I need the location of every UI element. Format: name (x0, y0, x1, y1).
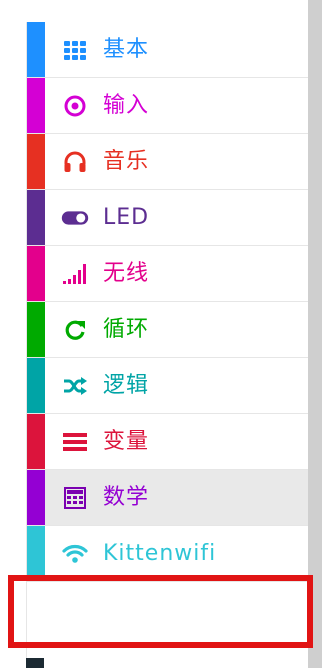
category-radio[interactable]: 无线 (27, 246, 309, 302)
category-color-bar (27, 302, 45, 357)
refresh-icon (61, 316, 89, 344)
category-color-bar (27, 414, 45, 469)
category-color-bar (27, 246, 45, 301)
category-color-bar (27, 358, 45, 413)
category-basic[interactable]: 基本 (27, 22, 309, 78)
category-label: Kittenwifi (103, 540, 217, 566)
category-color-bar (27, 190, 45, 245)
wifi-icon (61, 540, 89, 568)
category-label: 无线 (103, 260, 150, 286)
category-kittenwifi[interactable]: Kittenwifi (27, 526, 309, 582)
category-label: 逻辑 (103, 372, 150, 398)
category-led[interactable]: LED (27, 190, 309, 246)
calculator-icon (61, 484, 89, 512)
category-logic[interactable]: 逻辑 (27, 358, 309, 414)
category-label: 循环 (103, 316, 150, 342)
category-color-bar (27, 134, 45, 189)
toolbox-panel: 基本 输入 音乐 LED 无线 循环 逻辑 变量 数学 Kittenwifi (26, 22, 309, 668)
category-label: 音乐 (103, 148, 150, 174)
category-label: LED (103, 204, 150, 230)
category-label: 输入 (103, 92, 150, 118)
toggle-icon (61, 204, 89, 232)
hamburger-lines-icon (61, 428, 89, 456)
page-edge (0, 0, 26, 668)
headphones-icon (61, 148, 89, 176)
category-music[interactable]: 音乐 (27, 134, 309, 190)
category-color-bar (27, 22, 45, 77)
category-label: 数学 (103, 484, 150, 510)
blocks-editor-frame: 基本 输入 音乐 LED 无线 循环 逻辑 变量 数学 Kittenwifi (0, 0, 336, 668)
category-label: 基本 (103, 36, 150, 62)
target-icon (61, 92, 89, 120)
vertical-scrollbar[interactable] (308, 0, 322, 668)
category-color-bar (27, 526, 45, 581)
shuffle-icon (61, 372, 89, 400)
signal-bars-icon (61, 260, 89, 288)
category-label: 变量 (103, 428, 150, 454)
category-input[interactable]: 输入 (27, 78, 309, 134)
category-loops[interactable]: 循环 (27, 302, 309, 358)
next-item-edge (26, 658, 44, 668)
grid-icon (61, 36, 89, 64)
category-variables[interactable]: 变量 (27, 414, 309, 470)
category-color-bar (27, 470, 45, 525)
category-color-bar (27, 78, 45, 133)
category-math[interactable]: 数学 (27, 470, 309, 526)
